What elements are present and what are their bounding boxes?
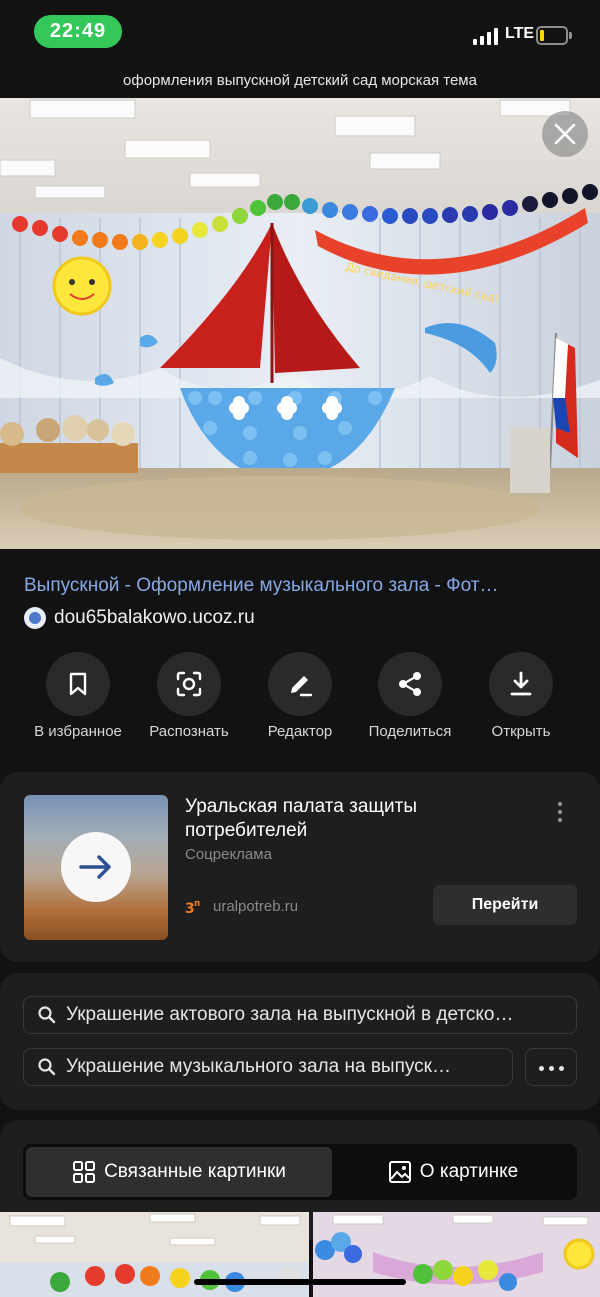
result-title-link[interactable]: Выпускной - Оформление музыкального зала…: [24, 575, 584, 597]
main-image[interactable]: До свидания, детский сад!: [0, 98, 600, 549]
grid-icon: [73, 1161, 96, 1183]
source-favicon-icon: [24, 607, 46, 629]
action-editor-label: Редактор: [267, 723, 333, 740]
ad-logo-icon: 3 п: [185, 896, 203, 917]
download-icon: [510, 671, 532, 696]
search-icon: [38, 1058, 56, 1076]
share-icon: [399, 672, 421, 696]
svg-text:п: п: [194, 899, 200, 909]
suggestion-text: Украшение музыкального зала на выпуск…: [66, 1056, 451, 1077]
tab-related-images[interactable]: Связанные картинки: [26, 1147, 332, 1197]
tab-related-images-label: Связанные картинки: [104, 1161, 286, 1182]
scan-icon: [176, 671, 202, 697]
action-open[interactable]: Открыть: [461, 652, 581, 740]
suggestion-text: Украшение актового зала на выпускной в д…: [66, 1004, 514, 1025]
suggestion-chip[interactable]: Украшение музыкального зала на выпуск…: [23, 1048, 513, 1086]
ad-arrow-button[interactable]: [61, 832, 131, 902]
source-row[interactable]: dou65balakowo.ucoz.ru: [24, 606, 255, 630]
image-icon: [388, 1161, 411, 1183]
battery-icon: [536, 26, 572, 45]
related-searches-card: Украшение актового зала на выпускной в д…: [0, 973, 600, 1110]
search-icon: [38, 1006, 56, 1024]
ad-label: Соцреклама: [185, 846, 272, 863]
action-favorite-label: В избранное: [34, 723, 122, 740]
action-open-label: Открыть: [491, 723, 551, 740]
image-actions: В избранное Распознать Редактор Поделить…: [0, 652, 600, 752]
close-button[interactable]: [542, 111, 588, 157]
arrow-right-icon: [79, 855, 111, 879]
pencil-icon: [291, 676, 313, 697]
close-icon: [554, 123, 576, 145]
bookmark-icon: [69, 672, 87, 696]
network-type: LTE: [505, 25, 535, 42]
tab-bar: Связанные картинки О картинке: [23, 1144, 577, 1200]
action-share-label: Поделиться: [368, 723, 452, 740]
action-editor[interactable]: Редактор: [240, 652, 360, 740]
more-suggestions-button[interactable]: [525, 1048, 577, 1086]
action-recognize-label: Распознать: [149, 723, 229, 740]
home-indicator[interactable]: [194, 1279, 406, 1285]
status-time[interactable]: 22:49: [34, 15, 122, 48]
ad-domain-row: 3 п uralpotreb.ru: [185, 896, 299, 918]
ad-card[interactable]: Уральская палата защиты потребителей Соц…: [0, 772, 600, 962]
action-share[interactable]: Поделиться: [350, 652, 470, 740]
tab-about-image-label: О картинке: [419, 1161, 519, 1182]
ad-go-button[interactable]: Перейти: [433, 885, 577, 925]
source-domain[interactable]: dou65balakowo.ucoz.ru: [54, 607, 255, 629]
status-bar: 22:49 LTE: [0, 0, 600, 64]
signal-icon: [473, 27, 499, 45]
search-query-title: оформления выпускной детский сад морская…: [123, 72, 477, 89]
suggestion-chip[interactable]: Украшение актового зала на выпускной в д…: [23, 996, 577, 1034]
action-recognize[interactable]: Распознать: [129, 652, 249, 740]
ad-domain: uralpotreb.ru: [213, 897, 299, 915]
action-favorite[interactable]: В избранное: [18, 652, 138, 740]
ad-thumbnail[interactable]: [24, 795, 168, 940]
tab-about-image[interactable]: О картинке: [332, 1147, 574, 1197]
more-vertical-icon[interactable]: [550, 799, 570, 827]
ad-title[interactable]: Уральская палата защиты потребителей: [185, 795, 515, 843]
